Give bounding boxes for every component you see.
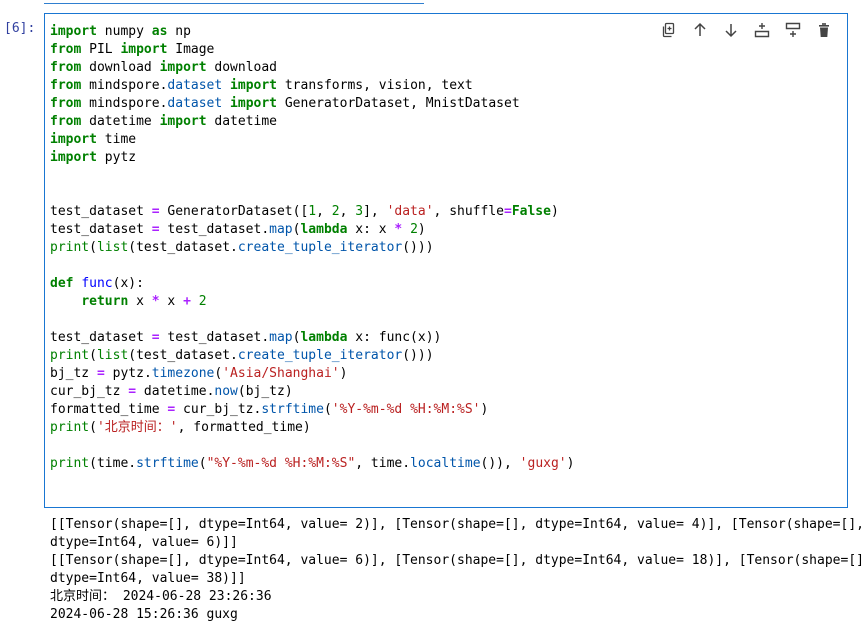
move-up-icon[interactable]: [689, 19, 711, 41]
code-line-16: return x * x + 2: [81, 294, 207, 309]
code-line-1: import numpy as np: [50, 24, 191, 39]
previous-cell-border: [44, 0, 424, 4]
output-line: dtype=Int64, value= 6)]]: [50, 535, 238, 550]
code-line-5: from mindspore.dataset import GeneratorD…: [50, 96, 520, 111]
code-line-2: from PIL import Image: [50, 42, 215, 57]
code-line-19: print(list(test_dataset.create_tuple_ite…: [50, 348, 434, 363]
code-line-21: cur_bj_tz = datetime.now(bj_tz): [50, 384, 293, 399]
code-line-13: print(list(test_dataset.create_tuple_ite…: [50, 240, 434, 255]
duplicate-icon[interactable]: [658, 19, 680, 41]
code-content[interactable]: import numpy as np from PIL import Image f…: [50, 23, 574, 473]
code-line-6: from datetime import datetime: [50, 114, 278, 129]
code-cell-editor[interactable]: import numpy as np from PIL import Image f…: [44, 13, 848, 508]
output-line: 北京时间： 2024-06-28 23:26:36: [50, 589, 272, 604]
cell-output: [[Tensor(shape=[], dtype=Int64, value= 2…: [50, 516, 865, 624]
insert-below-icon[interactable]: [751, 19, 773, 41]
cell-prompt: [6]:: [4, 21, 36, 36]
cell-toolbar: [658, 19, 835, 41]
code-line-20: bj_tz = pytz.timezone('Asia/Shanghai'): [50, 366, 348, 381]
code-line-25: print(time.strftime("%Y-%m-%d %H:%M:%S",…: [50, 456, 575, 471]
code-line-22: formatted_time = cur_bj_tz.strftime('%Y-…: [50, 402, 489, 417]
code-line-11: test_dataset = GeneratorDataset([1, 2, 3…: [50, 204, 559, 219]
code-line-4: from mindspore.dataset import transforms…: [50, 78, 473, 93]
code-line-12: test_dataset = test_dataset.map(lambda x…: [50, 222, 426, 237]
code-line-15: def func(x):: [50, 276, 144, 291]
output-line: dtype=Int64, value= 38)]]: [50, 571, 246, 586]
output-line: [[Tensor(shape=[], dtype=Int64, value= 6…: [50, 553, 865, 568]
delete-icon[interactable]: [813, 19, 835, 41]
code-line-23: print('北京时间：', formatted_time): [50, 420, 311, 435]
output-text: [[Tensor(shape=[], dtype=Int64, value= 2…: [50, 516, 865, 624]
output-line: 2024-06-28 15:26:36 guxg: [50, 607, 238, 622]
insert-above-icon[interactable]: [782, 19, 804, 41]
output-line: [[Tensor(shape=[], dtype=Int64, value= 2…: [50, 517, 864, 532]
move-down-icon[interactable]: [720, 19, 742, 41]
code-line-3: from download import download: [50, 60, 278, 75]
code-line-8: import pytz: [50, 150, 137, 165]
code-line-18: test_dataset = test_dataset.map(lambda x…: [50, 330, 442, 345]
code-line-7: import time: [50, 132, 137, 147]
previous-cell-edge: [0, 0, 865, 6]
